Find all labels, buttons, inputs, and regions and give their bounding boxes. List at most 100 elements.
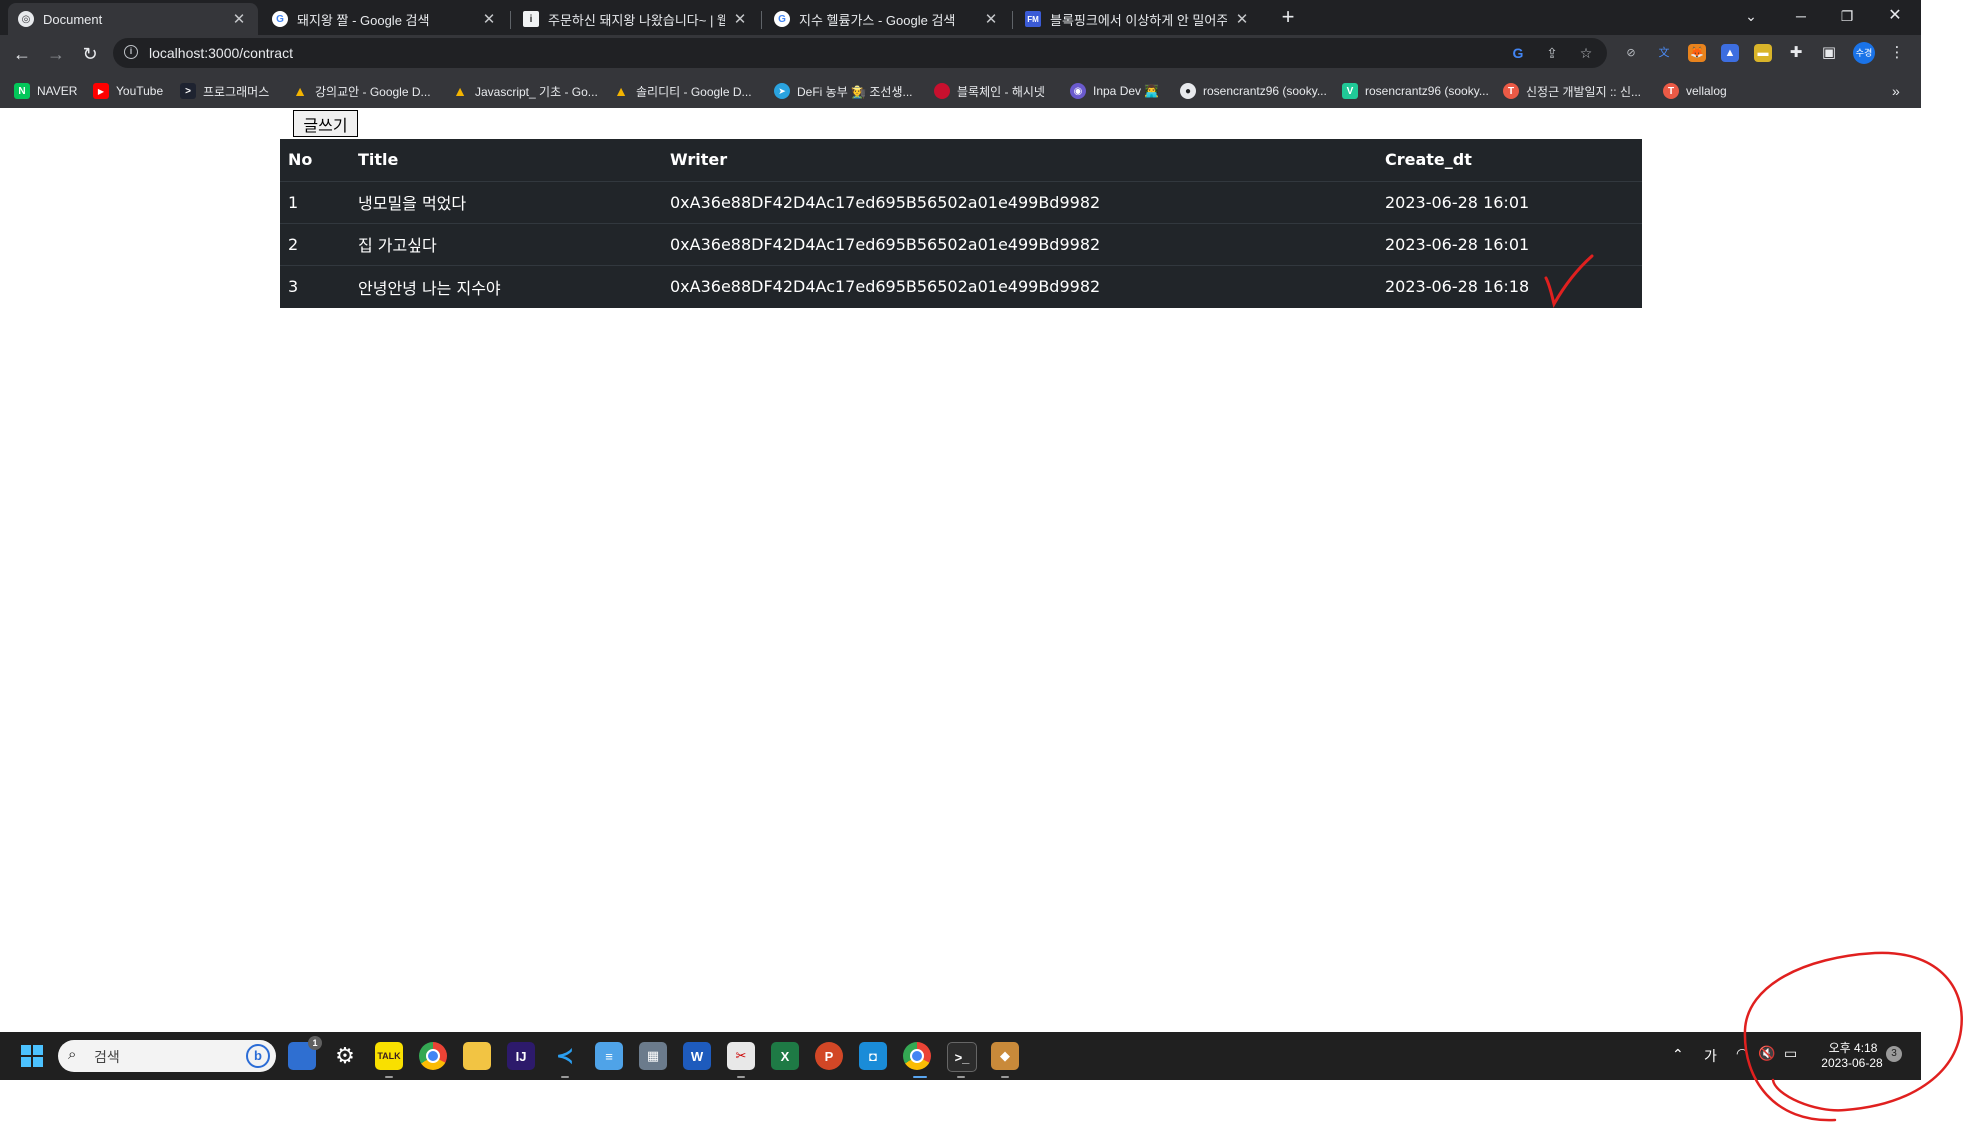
bookmark-velog-rosencrantz[interactable]: V rosencrantz96 (sooky... xyxy=(1342,81,1489,101)
table-row[interactable]: 3 안녕안녕 나는 지수야 0xA36e88DF42D4Ac17ed695B56… xyxy=(280,265,1642,308)
bookmark-star-icon[interactable]: ☆ xyxy=(1577,44,1595,62)
bookmark-inpa-dev[interactable]: ◉ Inpa Dev 👨‍💻 xyxy=(1070,81,1159,101)
reload-icon[interactable]: ↻ xyxy=(78,42,102,66)
bookmark-programmers[interactable]: > 프로그래머스 xyxy=(180,81,269,101)
windows-start-icon[interactable] xyxy=(18,1042,46,1070)
bookmark-github-rosencrantz[interactable]: ● rosencrantz96 (sooky... xyxy=(1180,81,1327,101)
tab-google-search-1[interactable]: G 돼지왕 짤 - Google 검색 ✕ xyxy=(262,3,508,35)
bookmark-youtube[interactable]: ▶ YouTube xyxy=(93,81,163,101)
bookmark-hashnet[interactable]: 블록체인 - 해시넷 xyxy=(934,81,1045,101)
metamask-fox-icon[interactable]: 🦊 xyxy=(1688,44,1706,62)
tray-overflow-chevron-icon[interactable]: ⌃ xyxy=(1672,1046,1684,1063)
close-tab-icon[interactable]: ✕ xyxy=(230,10,248,28)
puzzle-extensions-icon[interactable]: ✚ xyxy=(1787,44,1805,62)
virtualbox-icon[interactable]: ◆ xyxy=(991,1042,1019,1070)
minimize-button[interactable]: ─ xyxy=(1778,0,1824,32)
bookmark-label: vellalog xyxy=(1686,84,1727,98)
bookmark-solidity-drive[interactable]: ▲ 솔리디티 - Google D... xyxy=(613,81,751,101)
bookmark-label: 신정근 개발일지 :: 신... xyxy=(1526,84,1641,99)
running-indicator xyxy=(385,1076,393,1078)
side-panel-icon[interactable]: ▣ xyxy=(1820,44,1838,62)
tab-blackpink-article[interactable]: FM 블록핑크에서 이상하게 안 밀어주는 ✕ xyxy=(1015,3,1261,35)
close-tab-icon[interactable]: ✕ xyxy=(731,10,749,28)
tab-search-chevron-icon[interactable]: ⌄ xyxy=(1728,0,1774,32)
tab-separator xyxy=(761,11,762,29)
table-header-row: No Title Writer Create_dt xyxy=(280,139,1642,182)
write-post-button[interactable]: 글쓰기 xyxy=(293,110,358,137)
chrome-icon[interactable] xyxy=(419,1042,447,1070)
intellij-icon[interactable]: IJ xyxy=(507,1042,535,1070)
bookmark-lecture-drive[interactable]: ▲ 강의교안 - Google D... xyxy=(292,81,431,101)
google-drive-icon: ▲ xyxy=(453,83,467,99)
widgets-badge: 1 xyxy=(308,1036,322,1050)
column-header-title: Title xyxy=(350,139,662,182)
close-tab-icon[interactable]: ✕ xyxy=(480,10,498,28)
more-menu-icon[interactable]: ⋮ xyxy=(1888,44,1906,62)
bookmark-javascript-drive[interactable]: ▲ Javascript_ 기초 - Go... xyxy=(452,81,598,101)
new-tab-button[interactable]: + xyxy=(1276,5,1300,29)
bookmark-tistory[interactable]: T 신정근 개발일지 :: 신... xyxy=(1503,81,1641,101)
search-icon: ⌕ xyxy=(68,1046,77,1063)
snipping-tool-icon[interactable]: ✂ xyxy=(727,1042,755,1070)
cell-create-dt: 2023-06-28 16:01 xyxy=(1377,181,1642,224)
tab-document[interactable]: ◎ Document ✕ xyxy=(8,3,258,35)
extension-wallet-icon[interactable]: ▲ xyxy=(1721,44,1739,62)
google-lens-icon[interactable]: G xyxy=(1509,44,1527,62)
tab-google-search-2[interactable]: G 지수 헬륨가스 - Google 검색 ✕ xyxy=(764,3,1010,35)
bookmark-vellalog[interactable]: T vellalog xyxy=(1663,81,1727,101)
close-tab-icon[interactable]: ✕ xyxy=(982,10,1000,28)
close-tab-icon[interactable]: ✕ xyxy=(1233,10,1251,28)
bookmark-label: YouTube xyxy=(116,84,164,98)
terminal-icon[interactable]: >_ xyxy=(947,1042,977,1072)
bookmark-label: rosencrantz96 (sooky... xyxy=(1365,84,1489,98)
bookmark-defi[interactable]: ➤ DeFi 농부 🧑‍🌾 조선생... xyxy=(774,81,912,101)
close-window-button[interactable]: ✕ xyxy=(1872,0,1918,32)
word-icon[interactable]: W xyxy=(683,1042,711,1070)
notepad-icon[interactable]: ≡ xyxy=(595,1042,623,1070)
table-row[interactable]: 1 냉모밀을 먹었다 0xA36e88DF42D4Ac17ed695B56502… xyxy=(280,181,1642,224)
kakaotalk-icon[interactable]: TALK xyxy=(375,1042,403,1070)
back-arrow-icon[interactable]: ← xyxy=(10,42,34,66)
excel-icon[interactable]: X xyxy=(771,1042,799,1070)
browser-toolbar: ← → ↻ i localhost:3000/contract G ⇪ ☆ ⊘ … xyxy=(0,35,1921,73)
store-icon[interactable]: ◘ xyxy=(859,1042,887,1070)
chrome-profile-icon[interactable] xyxy=(903,1042,931,1070)
widgets-icon[interactable]: 1 xyxy=(288,1036,322,1070)
active-app-indicator xyxy=(913,1076,927,1078)
profile-avatar[interactable]: 수경 xyxy=(1853,42,1875,64)
cell-no: 1 xyxy=(280,181,350,224)
site-info-icon[interactable]: i xyxy=(124,45,138,59)
tistory-icon: T xyxy=(1663,83,1679,99)
forward-arrow-icon[interactable]: → xyxy=(44,42,68,66)
address-bar[interactable]: i localhost:3000/contract G ⇪ ☆ xyxy=(113,38,1607,68)
tab-article[interactable]: i 주문하신 돼지왕 나왔습니다~ | 웹 ✕ xyxy=(513,3,759,35)
red-circle-annotation xyxy=(1743,951,1963,1122)
extension-folder-icon[interactable]: ▬ xyxy=(1754,44,1772,62)
bookmark-label: 강의교안 - Google D... xyxy=(315,84,431,99)
calculator-icon[interactable]: ▦ xyxy=(639,1042,667,1070)
table-row[interactable]: 2 집 가고싶다 0xA36e88DF42D4Ac17ed695B56502a0… xyxy=(280,223,1642,266)
extension-translate-icon[interactable]: 文 xyxy=(1655,44,1673,62)
bookmarks-overflow-button[interactable]: » xyxy=(1892,81,1900,101)
running-indicator xyxy=(957,1076,965,1078)
restore-button[interactable]: ❐ xyxy=(1824,0,1870,32)
page-icon: i xyxy=(523,11,539,27)
taskbar-search-box[interactable]: ⌕ 검색 b xyxy=(58,1040,276,1072)
ime-indicator[interactable]: 가 xyxy=(1704,1046,1717,1066)
settings-gear-icon[interactable]: ⚙ xyxy=(331,1042,359,1070)
google-icon: G xyxy=(774,11,790,27)
vscode-icon[interactable]: ≺ xyxy=(551,1042,579,1070)
powerpoint-icon[interactable]: P xyxy=(815,1042,843,1070)
share-icon[interactable]: ⇪ xyxy=(1543,44,1561,62)
cell-writer: 0xA36e88DF42D4Ac17ed695B56502a01e499Bd99… xyxy=(662,181,1377,224)
bookmark-label: rosencrantz96 (sooky... xyxy=(1203,84,1327,98)
cell-title: 집 가고싶다 xyxy=(350,223,662,266)
bookmarks-bar: N NAVER ▶ YouTube > 프로그래머스 ▲ 강의교안 - Goog… xyxy=(0,73,1921,108)
extension-blocker-icon[interactable]: ⊘ xyxy=(1622,44,1640,62)
bookmark-naver[interactable]: N NAVER xyxy=(14,81,77,101)
file-explorer-icon[interactable] xyxy=(463,1042,491,1070)
bing-icon[interactable]: b xyxy=(246,1044,270,1068)
cell-no: 2 xyxy=(280,223,350,266)
globe-icon: ◎ xyxy=(18,11,34,27)
search-placeholder: 검색 xyxy=(94,1049,120,1065)
